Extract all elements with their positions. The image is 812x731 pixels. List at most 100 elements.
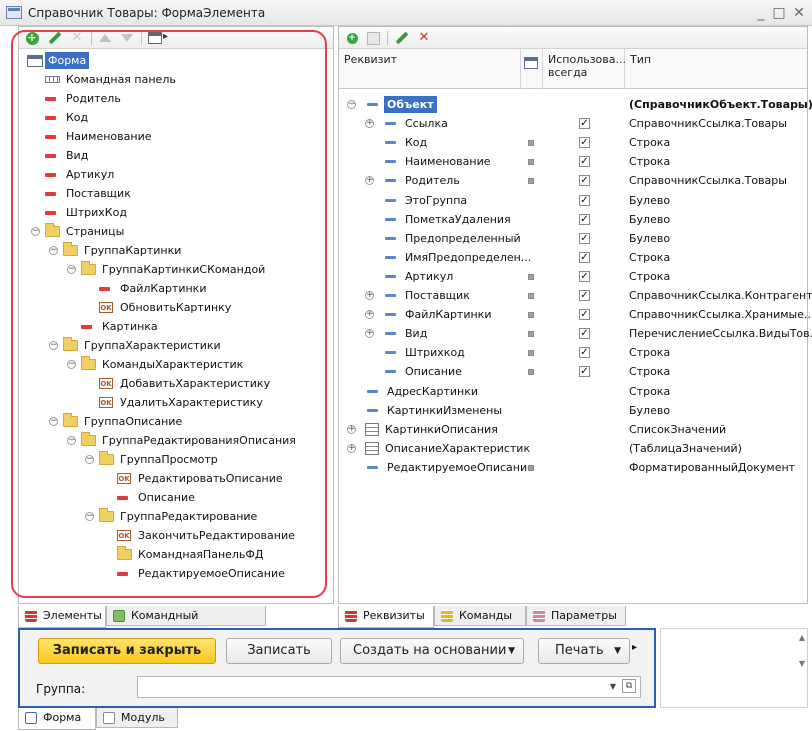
collapse-icon[interactable]: − (31, 227, 40, 236)
tab-elements[interactable]: Элементы (18, 606, 106, 628)
tree-item[interactable]: − ГруппаПросмотр (19, 450, 333, 469)
delete-requisite-button[interactable]: ✕ (416, 30, 432, 46)
requisite-row[interactable]: + Ссылка ✓ СправочникСсылка.Товары (339, 114, 807, 133)
move-down-button[interactable] (119, 30, 135, 46)
use-always-checkbox[interactable]: ✓ (579, 213, 590, 225)
collapse-icon[interactable]: + (365, 310, 374, 320)
use-always-checkbox[interactable]: ✓ (579, 328, 590, 340)
column-type[interactable]: Тип (625, 49, 809, 89)
use-always-checkbox[interactable]: ✓ (579, 309, 590, 321)
tree-item[interactable]: РедактируемоеОписание (19, 564, 333, 583)
add-button[interactable]: + (24, 30, 40, 46)
requisite-row[interactable]: − Объект (СправочникОбъект.Товары) (339, 95, 812, 114)
use-always-checkbox[interactable]: ✓ (579, 347, 590, 359)
requisite-row[interactable]: ЭтоГруппа ✓ Булево (339, 191, 807, 210)
form-view-button[interactable] (147, 30, 168, 46)
tree-item[interactable]: Наименование (19, 127, 333, 146)
print-button[interactable]: Печать ▼ (538, 638, 630, 664)
maximize-button[interactable]: □ (770, 4, 788, 22)
requisite-row[interactable]: Описание ✓ Строка (339, 362, 807, 381)
use-always-checkbox[interactable]: ✓ (579, 290, 590, 301)
tab-modic[interactable]: Модуль (96, 708, 178, 728)
requisite-row[interactable]: Артикул ✓ Строка (339, 267, 807, 286)
tree-item[interactable]: − ГруппаРедактированияОписания (19, 431, 333, 450)
tab-formic[interactable]: Форма (18, 708, 96, 730)
scroll-up-icon[interactable]: ▲ (799, 633, 805, 642)
tree-item[interactable]: Описание (19, 488, 333, 507)
tree-item[interactable]: − Страницы (19, 222, 333, 241)
tree-item[interactable]: − КомандыХарактеристик (19, 355, 333, 374)
tree-item[interactable]: ШтрихКод (19, 203, 333, 222)
use-always-checkbox[interactable]: ✓ (579, 251, 590, 263)
tab-cmdif[interactable]: Командный интерфейс (106, 606, 266, 641)
collapse-icon[interactable]: + (365, 291, 374, 300)
tree-item[interactable]: OK ДобавитьХарактеристику (19, 374, 333, 393)
requisite-row[interactable]: + Вид ✓ ПеречислениеСсылка.ВидыТов... (339, 324, 812, 343)
more-buttons-icon[interactable]: ▸ (632, 642, 637, 653)
tree-item[interactable]: − ГруппаКартинки (19, 241, 333, 260)
column-requisite[interactable]: Реквизит (339, 49, 521, 89)
tree-item[interactable]: OK ЗакончитьРедактирование (19, 526, 333, 545)
edit-requisite-button[interactable] (394, 30, 410, 46)
tree-item[interactable]: Код (19, 108, 333, 127)
requisite-row[interactable]: ИмяПредопределен... ✓ Строка (339, 248, 807, 267)
tree-item[interactable]: Командная панель (19, 70, 333, 89)
requisite-row[interactable]: + ФайлКартинки ✓ СправочникСсылка.Хранимые.… (339, 305, 812, 324)
open-icon[interactable]: ⧉ (622, 679, 636, 693)
tree-item[interactable]: − ГруппаКартинкиСКомандой (19, 260, 333, 279)
write-button[interactable]: Записать (226, 638, 332, 664)
tab-paramsic[interactable]: Параметры (526, 606, 626, 626)
scroll-down-icon[interactable]: ▼ (799, 659, 805, 668)
requisite-row[interactable]: Предопределенный ✓ Булево (339, 229, 807, 248)
tree-item[interactable]: OK РедактироватьОписание (19, 469, 333, 488)
requisite-row[interactable]: Код ✓ Строка (339, 133, 807, 152)
collapse-icon[interactable]: − (49, 246, 58, 255)
collapse-icon[interactable]: − (85, 455, 94, 464)
collapse-icon[interactable]: + (347, 443, 356, 453)
use-always-checkbox[interactable]: ✓ (579, 118, 590, 130)
tree-item[interactable]: − ГруппаОписание (19, 412, 333, 431)
requisite-row[interactable]: + Поставщик ✓ СправочникСсылка.Контрагенты (339, 286, 812, 305)
tree-item[interactable]: Поставщик (19, 184, 333, 203)
tree-item[interactable]: КоманднаяПанельФД (19, 545, 333, 564)
tree-item[interactable]: OK ОбновитьКартинку (19, 298, 333, 317)
collapse-icon[interactable]: − (67, 436, 76, 445)
collapse-icon[interactable]: − (85, 512, 94, 521)
use-always-checkbox[interactable]: ✓ (579, 175, 590, 187)
tree-item[interactable]: Картинка (19, 317, 333, 336)
collapse-icon[interactable]: + (365, 329, 374, 339)
create-based-on-button[interactable]: Создать на основании ▼ (340, 638, 524, 664)
minimize-button[interactable]: _ (752, 4, 770, 22)
add-requisite-button[interactable]: + (344, 30, 360, 46)
requisite-row[interactable]: Наименование ✓ Строка (339, 152, 807, 171)
tab-elements[interactable]: Реквизиты (338, 606, 434, 628)
tree-item[interactable]: Родитель (19, 89, 333, 108)
requisite-row[interactable]: РедактируемоеОписание ФорматированныйДоку… (339, 458, 807, 477)
requisite-row[interactable]: АдресКартинки Строка (339, 382, 807, 401)
tree-item[interactable]: OK УдалитьХарактеристику (19, 393, 333, 412)
use-always-checkbox[interactable]: ✓ (579, 194, 590, 206)
edit-button[interactable] (47, 30, 63, 46)
tree-item[interactable]: Вид (19, 146, 333, 165)
use-always-checkbox[interactable]: ✓ (579, 137, 590, 149)
use-always-checkbox[interactable]: ✓ (579, 232, 590, 244)
requisite-row[interactable]: + ОписаниеХарактеристик (ТаблицаЗначений) (339, 439, 807, 458)
tree-item[interactable]: − ГруппаРедактирование (19, 507, 333, 526)
collapse-icon[interactable]: + (347, 424, 356, 434)
column-form-icon-header[interactable] (521, 49, 543, 89)
tab-yellow[interactable]: Команды (434, 606, 526, 626)
requisite-row[interactable]: + КартинкиОписания СписокЗначений (339, 420, 807, 439)
collapse-icon[interactable]: − (67, 360, 76, 369)
tree-item[interactable]: − ГруппаХарактеристики (19, 336, 333, 355)
requisite-row[interactable]: Штрихкод ✓ Строка (339, 343, 807, 362)
collapse-icon[interactable]: − (347, 100, 356, 109)
use-always-checkbox[interactable]: ✓ (579, 270, 590, 282)
move-up-button[interactable] (97, 30, 113, 46)
collapse-icon[interactable]: − (49, 341, 58, 350)
collapse-icon[interactable]: − (67, 265, 76, 274)
delete-button[interactable]: ✕ (69, 30, 85, 46)
tree-item[interactable]: ФайлКартинки (19, 279, 333, 298)
group-input[interactable]: ▼ ⧉ (137, 676, 641, 698)
tree-item[interactable]: Форма (19, 51, 333, 70)
requisite-row[interactable]: ПометкаУдаления ✓ Булево (339, 210, 807, 229)
